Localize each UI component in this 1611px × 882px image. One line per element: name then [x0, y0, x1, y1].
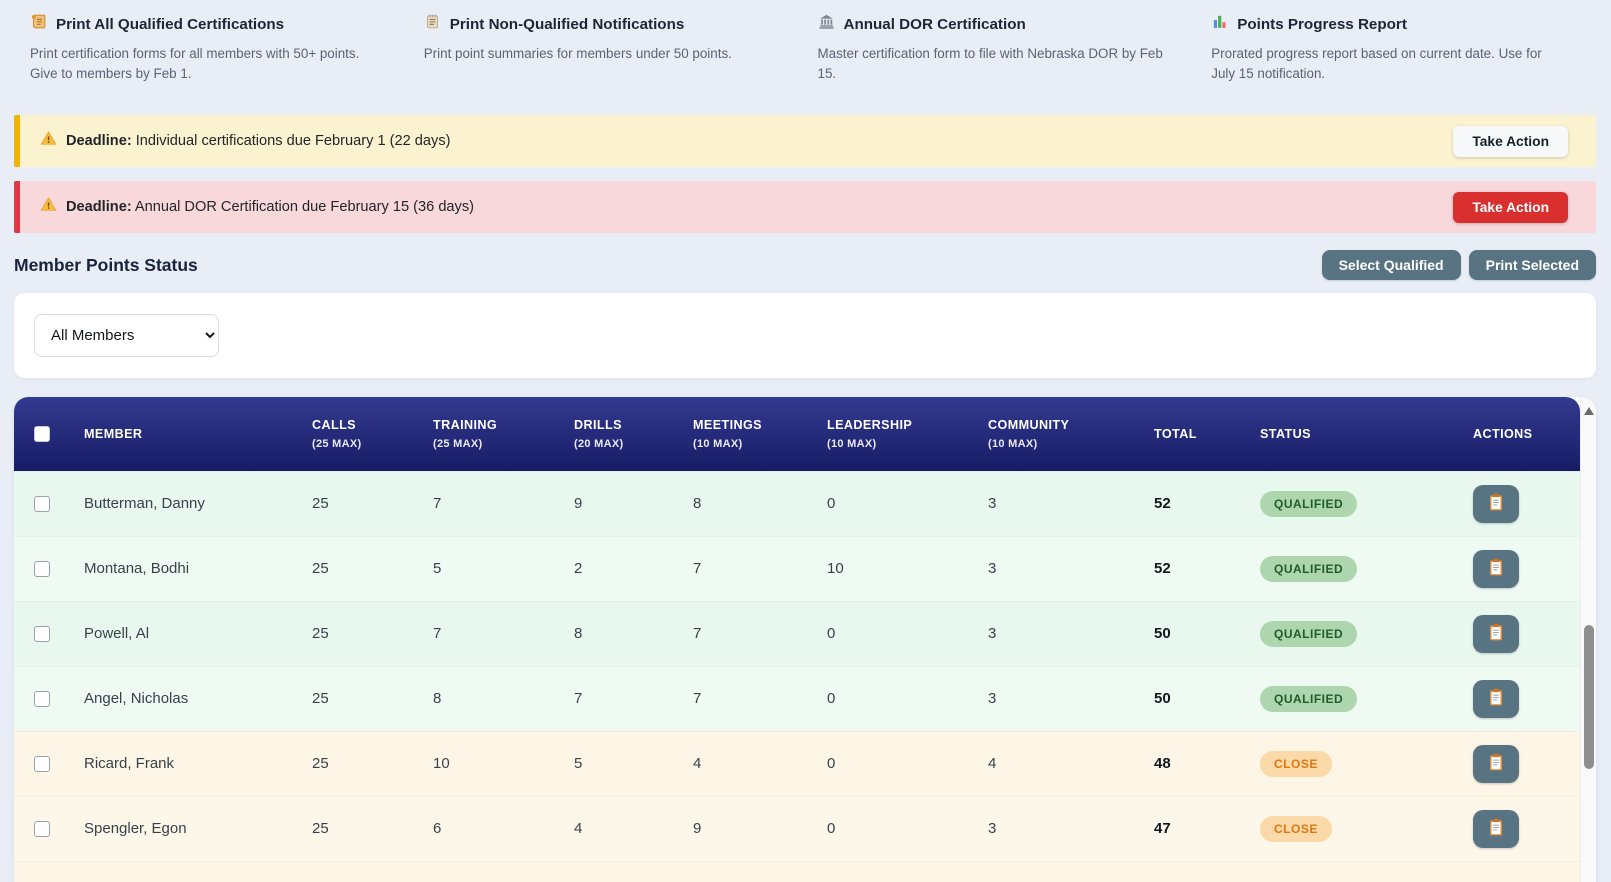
table-row: Spengler, Egon 25 6 4 9 0 3 47 CLOSE [14, 796, 1580, 862]
clipboard-icon [1488, 753, 1504, 775]
row-checkbox[interactable] [34, 625, 50, 642]
column-header-community: COMMUNITY [988, 417, 1070, 432]
scrollbar-thumb[interactable] [1584, 625, 1594, 770]
select-all-checkbox[interactable] [34, 425, 50, 442]
table-row: Angel, Nicholas 25 8 7 7 0 3 50 QUALIFIE… [14, 666, 1580, 732]
table-row: Powell, Al 25 7 8 7 0 3 50 QUALIFIED [14, 601, 1580, 667]
card-title: Points Progress Report [1237, 15, 1407, 33]
alert-message: Deadline: Annual DOR Certification due F… [66, 199, 474, 216]
warning-icon [40, 196, 66, 218]
print-member-button[interactable] [1473, 549, 1519, 588]
member-points-table: MEMBER CALLS (25 MAX) TRAINING (25 MAX) DR… [14, 397, 1580, 882]
deadline-alert-individual: Deadline: Individual certifications due … [14, 115, 1596, 168]
quick-actions-row: Print All Qualified Certifications Print… [0, 0, 1611, 84]
table-scroll-area: MEMBER CALLS (25 MAX) TRAINING (25 MAX) DR… [14, 397, 1580, 882]
status-badge: QUALIFIED [1260, 555, 1358, 582]
member-points-table-card: MEMBER CALLS (25 MAX) TRAINING (25 MAX) DR… [14, 397, 1596, 882]
column-header-total: TOTAL [1154, 426, 1197, 441]
column-header-member: MEMBER [84, 426, 143, 441]
column-header-training: TRAINING [433, 417, 498, 432]
card-print-non-qualified[interactable]: Print Non-Qualified Notifications Print … [424, 13, 794, 84]
member-name: Butterman, Danny [84, 495, 205, 513]
status-badge: QUALIFIED [1260, 620, 1358, 647]
card-title: Print Non-Qualified Notifications [449, 15, 685, 33]
member-name: Spengler, Egon [84, 820, 187, 838]
table-row: Montana, Bodhi 25 5 2 7 10 3 52 QUALIFIE… [14, 536, 1580, 602]
notepad-icon [424, 13, 441, 35]
member-name: Montana, Bodhi [84, 560, 190, 578]
row-checkbox[interactable] [34, 820, 50, 837]
status-badge: QUALIFIED [1260, 490, 1358, 517]
row-checkbox[interactable] [34, 495, 50, 512]
card-description: Print certification forms for all member… [30, 46, 360, 82]
alert-message: Deadline: Individual certifications due … [66, 133, 451, 150]
bank-icon [818, 13, 835, 35]
column-header-leadership: LEADERSHIP [827, 417, 913, 432]
table-row: Butterman, Danny 25 7 9 8 0 3 52 QUALIFI… [14, 471, 1580, 537]
warning-icon [40, 130, 66, 152]
member-filter-select[interactable]: All Members [34, 314, 219, 358]
card-description: Print point summaries for members under … [423, 46, 732, 61]
print-member-button[interactable] [1473, 679, 1519, 718]
clipboard-icon [1488, 688, 1504, 710]
card-title: Print All Qualified Certifications [56, 15, 285, 33]
status-badge: QUALIFIED [1260, 685, 1358, 712]
clipboard-icon [1488, 818, 1504, 840]
print-member-button[interactable] [1473, 484, 1519, 523]
card-progress-report[interactable]: Points Progress Report Prorated progress… [1211, 13, 1581, 84]
column-header-actions: ACTIONS [1473, 426, 1533, 441]
row-checkbox[interactable] [34, 755, 50, 772]
section-header: Member Points Status Select Qualified Pr… [14, 250, 1596, 281]
member-name: Powell, Al [84, 625, 150, 643]
row-checkbox[interactable] [34, 690, 50, 707]
column-header-status: STATUS [1260, 426, 1311, 441]
deadline-alert-dor: Deadline: Annual DOR Certification due F… [14, 181, 1596, 234]
print-member-button[interactable] [1473, 744, 1519, 783]
table-row [14, 861, 1580, 882]
select-qualified-button[interactable]: Select Qualified [1321, 250, 1461, 281]
card-title: Annual DOR Certification [843, 15, 1026, 33]
column-header-calls: CALLS [312, 417, 356, 432]
print-selected-button[interactable]: Print Selected [1468, 250, 1596, 281]
bar-chart-icon [1211, 13, 1228, 35]
print-member-button[interactable] [1473, 809, 1519, 848]
card-description: Master certification form to file with N… [817, 46, 1163, 82]
page-title: Member Points Status [14, 254, 198, 275]
column-header-meetings: MEETINGS [693, 417, 762, 432]
status-badge: CLOSE [1260, 750, 1332, 777]
print-member-button[interactable] [1473, 614, 1519, 653]
table-scrollbar[interactable] [1580, 397, 1596, 882]
clipboard-icon [1488, 493, 1504, 515]
take-action-button[interactable]: Take Action [1453, 191, 1568, 223]
card-print-qualified[interactable]: Print All Qualified Certifications Print… [30, 13, 400, 84]
row-checkbox[interactable] [34, 560, 50, 577]
status-badge: CLOSE [1260, 815, 1332, 842]
card-description: Prorated progress report based on curren… [1211, 46, 1542, 82]
scroll-icon [30, 13, 47, 35]
card-annual-dor[interactable]: Annual DOR Certification Master certific… [818, 13, 1188, 84]
take-action-button[interactable]: Take Action [1453, 125, 1568, 157]
clipboard-icon [1488, 558, 1504, 580]
member-name: Angel, Nicholas [84, 690, 189, 708]
member-name: Ricard, Frank [84, 755, 175, 773]
scroll-up-arrow[interactable] [1584, 407, 1594, 416]
clipboard-icon [1488, 623, 1504, 645]
column-header-drills: DRILLS [574, 417, 622, 432]
filter-card: All Members [14, 293, 1596, 379]
table-header-row: MEMBER CALLS (25 MAX) TRAINING (25 MAX) DR… [14, 397, 1580, 472]
table-row: Ricard, Frank 25 10 5 4 0 4 48 CLOSE [14, 731, 1580, 797]
